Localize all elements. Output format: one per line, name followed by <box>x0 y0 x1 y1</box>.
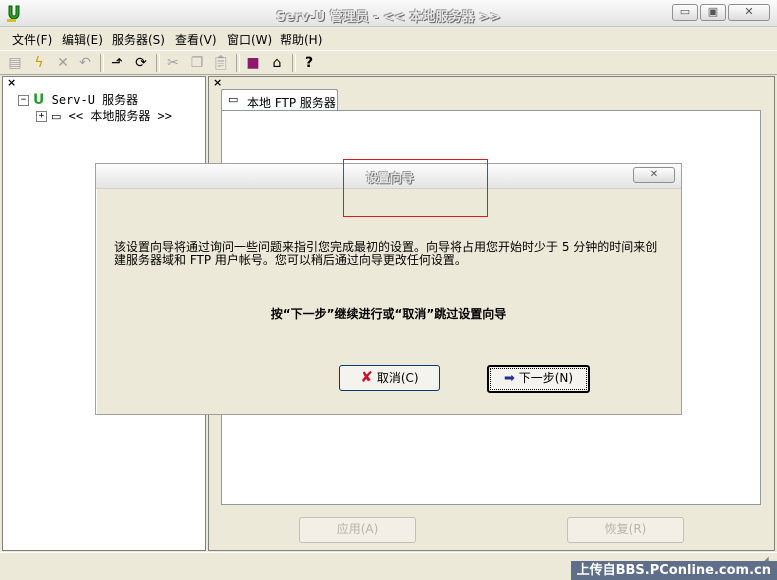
copy-icon[interactable]: ❐ <box>188 54 206 72</box>
maximize-button[interactable]: ▣ <box>700 4 726 21</box>
restore-button[interactable]: 恢复(R) <box>567 517 684 543</box>
toolbar-separator <box>236 54 240 72</box>
up-folder-icon[interactable]: ⬏ <box>108 54 126 72</box>
apply-label: 应用(A) <box>336 522 379 536</box>
toolbar-separator <box>156 54 160 72</box>
connect-lightning-icon[interactable]: ϟ <box>30 54 48 72</box>
serv-u-icon: U <box>33 92 45 108</box>
undo-icon[interactable]: ↶ <box>76 54 94 72</box>
tab-local-ftp-server[interactable]: ▭ 本地 FTP 服务器 <box>221 89 338 111</box>
close-panel-icon[interactable]: × <box>213 76 222 89</box>
next-label: 下一步(N) <box>518 371 574 385</box>
restore-label: 恢复(R) <box>604 522 647 536</box>
paste-icon[interactable]: 📋︎ <box>212 54 230 72</box>
dialog-description: 该设置向导将通过询问一些问题来指引您完成最初的设置。向导将占用您开始时少于 5 … <box>114 241 684 267</box>
upload-watermark: 上传自BBS.PConline.com.cn <box>570 561 777 580</box>
menu-edit[interactable]: 编辑(E) <box>62 31 103 48</box>
close-icon: ✕ <box>744 5 754 18</box>
title-bar: Serv-U 管理员 - << 本地服务器 >> ▭ ▣ ✕ <box>0 0 777 27</box>
close-icon: ✕ <box>649 169 659 180</box>
tab-label: 本地 FTP 服务器 <box>247 96 336 110</box>
tree-node-servu[interactable]: − U Serv-U 服务器 <box>18 91 138 108</box>
tree-node-label: << 本地服务器 >> <box>68 109 172 123</box>
refresh-folder-icon[interactable]: ⟳ <box>132 54 150 72</box>
cancel-label: 取消(C) <box>376 371 419 385</box>
highlight-box <box>343 159 488 217</box>
computer-icon: ▭ <box>228 93 239 106</box>
toolbar-separator <box>100 54 104 72</box>
dialog-close-button[interactable]: ✕ <box>633 167 675 183</box>
description-line: 建服务器域和 FTP 用户帐号。您可以稍后通过向导更改任何设置。 <box>114 253 467 267</box>
apply-button[interactable]: 应用(A) <box>299 517 416 543</box>
cancel-x-icon: ✘ <box>360 368 373 386</box>
arrow-right-icon: ➡ <box>503 371 515 386</box>
menu-file[interactable]: 文件(F) <box>12 31 52 48</box>
help-icon[interactable]: ? <box>300 54 318 72</box>
window-title: Serv-U 管理员 - << 本地服务器 >> <box>276 10 501 25</box>
save-icon[interactable]: ▤ <box>6 54 24 72</box>
computer-icon: ▭ <box>51 110 62 123</box>
restore-icon: ▣ <box>707 5 719 18</box>
next-button[interactable]: ➡ 下一步(N) <box>487 365 590 393</box>
tree-node-local-server[interactable]: + ▭ << 本地服务器 >> <box>36 107 172 124</box>
collapse-icon[interactable]: − <box>18 95 29 106</box>
menu-server[interactable]: 服务器(S) <box>112 31 165 48</box>
toolbar-separator <box>292 54 296 72</box>
menu-help[interactable]: 帮助(H) <box>280 31 322 48</box>
toolbar: ▤ ϟ ✕ ↶ ⬏ ⟳ ✂ ❐ 📋︎ ■ ⌂ ? <box>0 50 777 75</box>
tree-node-label: Serv-U 服务器 <box>51 93 139 107</box>
close-window-button[interactable]: ✕ <box>728 4 770 21</box>
minimize-icon: ▭ <box>679 5 691 18</box>
close-panel-icon[interactable]: × <box>7 76 16 89</box>
menu-window[interactable]: 窗口(W) <box>227 31 272 48</box>
menu-view[interactable]: 查看(V) <box>175 31 217 48</box>
setup-wizard-icon[interactable]: ⌂ <box>268 54 286 72</box>
cut-icon[interactable]: ✂ <box>164 54 182 72</box>
delete-icon[interactable]: ✕ <box>54 54 72 72</box>
status-bar: ◢ 上传自BBS.PConline.com.cn <box>0 552 777 580</box>
cancel-button[interactable]: ✘ 取消(C) <box>339 365 440 391</box>
expand-icon[interactable]: + <box>36 111 47 122</box>
dialog-hint: 按“下一步”继续进行或“取消”跳过设置向导 <box>270 307 507 321</box>
book-icon[interactable]: ■ <box>244 54 262 72</box>
minimize-button[interactable]: ▭ <box>672 4 698 21</box>
menu-bar: 文件(F) 编辑(E) 服务器(S) 查看(V) 窗口(W) 帮助(H) <box>0 27 777 50</box>
